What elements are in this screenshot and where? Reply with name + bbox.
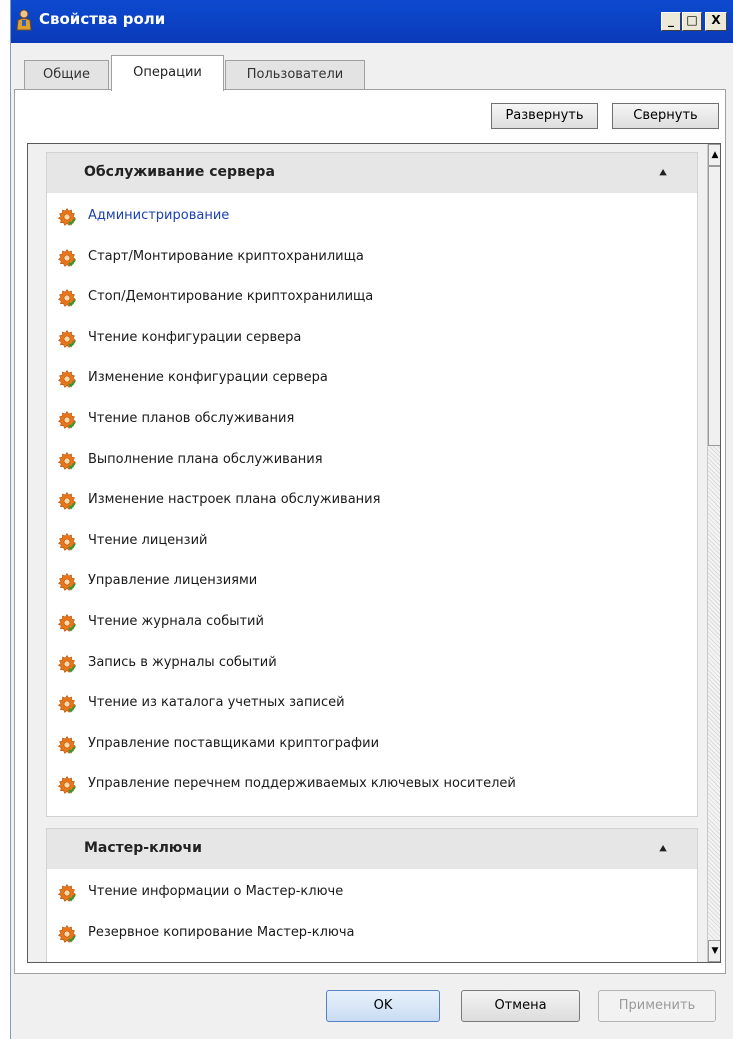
- operation-item[interactable]: Чтение планов обслуживания: [57, 408, 687, 432]
- gear-icon: [57, 572, 77, 592]
- group-server-maintenance: Обслуживание сервера ⯅ Администрирование…: [46, 152, 698, 817]
- scrollbar-thumb[interactable]: [708, 166, 720, 446]
- operation-item[interactable]: Управление поставщиками криптографии: [57, 733, 687, 757]
- gear-icon: [57, 532, 77, 552]
- operation-label: Администрирование: [88, 208, 230, 223]
- tab-general[interactable]: Общие: [24, 60, 109, 90]
- gear-icon: [57, 369, 77, 389]
- group-title: Мастер-ключи: [84, 840, 202, 856]
- scroll-down-arrow-icon[interactable]: ▼: [708, 940, 720, 962]
- gear-icon: [57, 613, 77, 633]
- gear-icon: [57, 735, 77, 755]
- operations-list: Обслуживание сервера ⯅ Администрирование…: [27, 143, 721, 963]
- operations-list-content: Обслуживание сервера ⯅ Администрирование…: [46, 152, 698, 962]
- operation-label: Управление поставщиками криптографии: [88, 735, 380, 751]
- operation-label: Чтение планов обслуживания: [88, 411, 295, 426]
- operation-item[interactable]: Управление лицензиями: [57, 570, 687, 594]
- operation-item[interactable]: Администрирование: [57, 205, 687, 229]
- tab-operations[interactable]: Операции: [111, 55, 224, 91]
- operation-item[interactable]: Чтение конфигурации сервера: [57, 327, 687, 351]
- operation-label: Управление перечнем поддерживаемых ключе…: [88, 776, 516, 792]
- operation-item[interactable]: Чтение лицензий: [57, 530, 687, 554]
- operation-item[interactable]: Чтение из каталога учетных записей: [57, 692, 687, 716]
- gear-icon: [57, 451, 77, 471]
- gear-icon: [57, 924, 77, 944]
- gear-icon: [57, 654, 77, 674]
- gear-icon: [57, 694, 77, 714]
- apply-button[interactable]: Применить: [598, 990, 716, 1022]
- scroll-up-arrow-icon[interactable]: ▲: [708, 144, 720, 166]
- chevron-up-icon[interactable]: ⯅: [656, 841, 670, 857]
- operation-item[interactable]: Стоп/Демонтирование криптохранилища: [57, 286, 687, 310]
- cancel-button[interactable]: Отмена: [461, 990, 580, 1022]
- operation-label: Выполнение плана обслуживания: [88, 451, 323, 467]
- gear-icon: [57, 248, 77, 268]
- operation-label: Чтение конфигурации сервера: [88, 329, 302, 345]
- collapse-button[interactable]: Свернуть: [612, 103, 719, 129]
- tab-users[interactable]: Пользователи: [225, 60, 365, 90]
- operation-label: Чтение лицензий: [88, 532, 208, 548]
- minimize-button[interactable]: _: [661, 12, 681, 31]
- operation-item[interactable]: Резервное копирование Мастер-ключа: [57, 922, 687, 946]
- operation-label: Резервное копирование Мастер-ключа: [88, 924, 355, 940]
- gear-icon: [57, 775, 77, 795]
- chevron-up-icon[interactable]: ⯅: [656, 165, 670, 181]
- role-icon: [15, 9, 33, 31]
- gear-icon: [57, 883, 77, 903]
- operation-label: Управление лицензиями: [88, 573, 258, 589]
- gear-icon: [57, 288, 77, 308]
- operation-item[interactable]: Старт/Монтирование криптохранилища: [57, 246, 687, 270]
- ok-button[interactable]: OK: [326, 990, 440, 1022]
- maximize-button[interactable]: □: [682, 12, 702, 31]
- operation-item[interactable]: Чтение журнала событий: [57, 611, 687, 635]
- vertical-scrollbar[interactable]: ▲ ▼: [707, 144, 720, 962]
- operation-item[interactable]: Изменение настроек плана обслуживания: [57, 489, 687, 513]
- operation-label: Чтение из каталога учетных записей: [88, 695, 345, 711]
- gear-icon: [57, 329, 77, 349]
- title-bar[interactable]: Свойства роли _ □ X: [11, 0, 733, 43]
- window-title: Свойства роли: [39, 10, 166, 28]
- group-header[interactable]: Мастер-ключи ⯅: [47, 829, 697, 869]
- group-title: Обслуживание сервера: [84, 164, 275, 180]
- gear-icon: [57, 410, 77, 430]
- operation-label: Стоп/Демонтирование криптохранилища: [88, 289, 374, 305]
- operation-label: Чтение информации о Мастер-ключе: [88, 884, 344, 899]
- close-button[interactable]: X: [705, 12, 727, 31]
- operation-item[interactable]: Изменение конфигурации сервера: [57, 367, 687, 391]
- operation-label: Изменение конфигурации сервера: [88, 370, 328, 386]
- group-header[interactable]: Обслуживание сервера ⯅: [47, 153, 697, 193]
- operation-item[interactable]: Чтение информации о Мастер-ключе: [57, 881, 687, 905]
- operation-item[interactable]: Выполнение плана обслуживания: [57, 449, 687, 473]
- gear-icon: [57, 491, 77, 511]
- operation-label: Запись в журналы событий: [88, 654, 277, 670]
- role-properties-window: Свойства роли _ □ X Общие Операции Польз…: [10, 0, 733, 1039]
- expand-button[interactable]: Развернуть: [491, 103, 598, 129]
- operation-label: Чтение журнала событий: [88, 614, 264, 629]
- operation-label: Старт/Монтирование криптохранилища: [88, 248, 364, 264]
- gear-icon: [57, 207, 77, 227]
- operation-label: Изменение настроек плана обслуживания: [88, 492, 381, 508]
- operation-item[interactable]: Управление перечнем поддерживаемых ключе…: [57, 773, 687, 797]
- operation-item[interactable]: Запись в журналы событий: [57, 652, 687, 676]
- group-master-keys: Мастер-ключи ⯅ Чтение информации о Масте…: [46, 828, 698, 962]
